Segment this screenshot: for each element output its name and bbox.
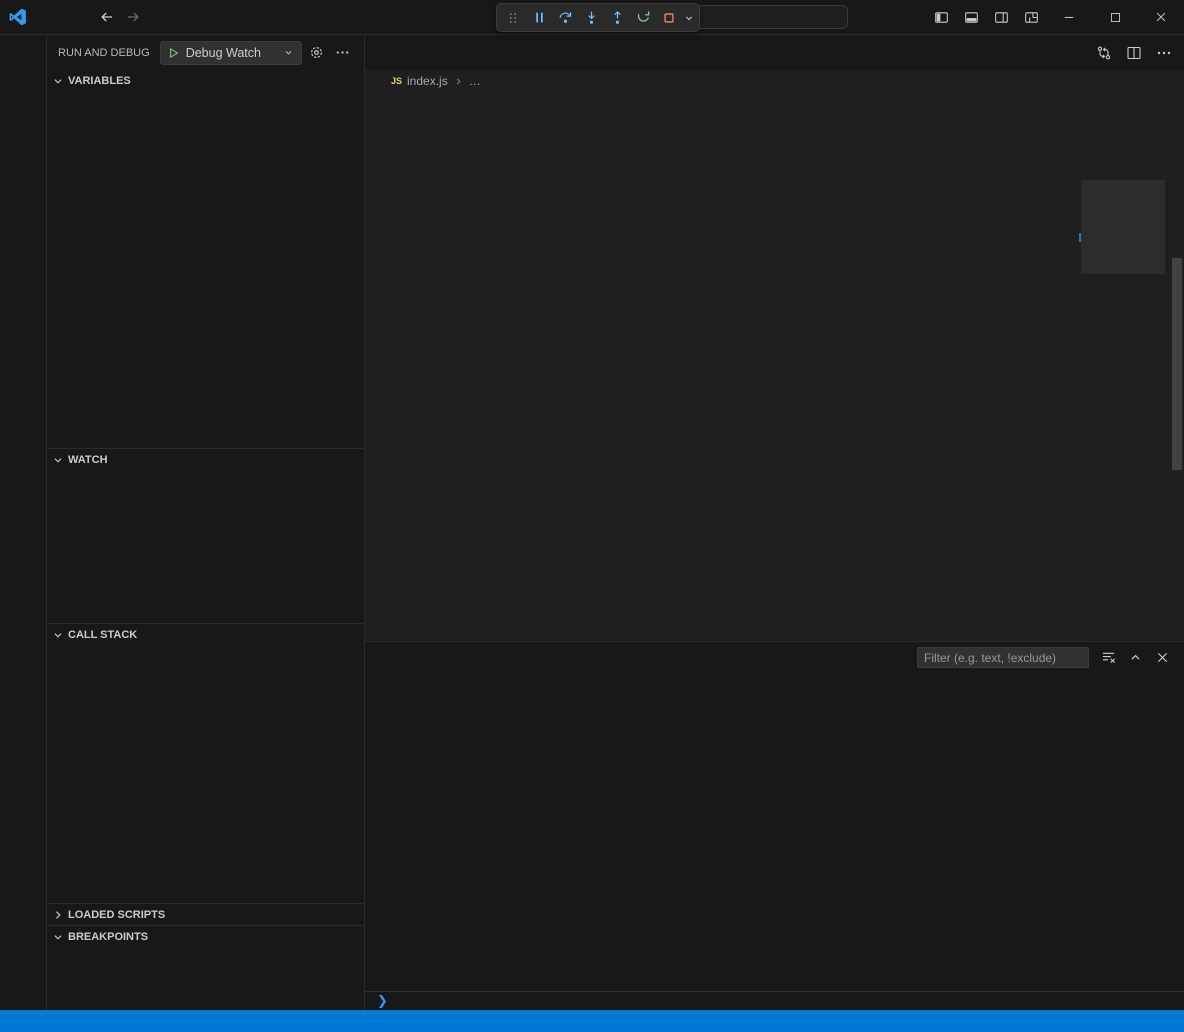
- toolbar-grip-icon[interactable]: [501, 6, 525, 30]
- section-variables-label: VARIABLES: [68, 75, 131, 87]
- console-filter-input[interactable]: [917, 647, 1089, 668]
- clear-console-icon[interactable]: [1101, 650, 1116, 665]
- section-call-stack-label: CALL STACK: [68, 629, 137, 641]
- close-panel-icon[interactable]: [1155, 650, 1170, 665]
- section-loaded-scripts[interactable]: LOADED SCRIPTS: [47, 903, 364, 925]
- watch-body: [47, 470, 364, 623]
- section-breakpoints-label: BREAKPOINTS: [68, 931, 148, 943]
- restart-icon[interactable]: [631, 6, 655, 30]
- toggle-panel-icon[interactable]: [956, 0, 986, 34]
- nav-forward-icon[interactable]: [125, 9, 141, 25]
- step-into-icon[interactable]: [579, 6, 603, 30]
- console-prompt: ❯: [377, 993, 388, 1009]
- maximize-panel-icon[interactable]: [1128, 650, 1143, 665]
- chevron-right-icon: [453, 76, 464, 87]
- debug-console-output[interactable]: [365, 673, 1184, 991]
- launch-config-dropdown[interactable]: Debug Watch: [160, 41, 302, 65]
- step-out-icon[interactable]: [605, 6, 629, 30]
- step-over-icon[interactable]: [553, 6, 577, 30]
- toggle-secondary-sidebar-icon[interactable]: [986, 0, 1016, 34]
- activity-bar: [0, 35, 47, 1010]
- pause-icon[interactable]: [527, 6, 551, 30]
- section-loaded-scripts-label: LOADED SCRIPTS: [68, 909, 165, 921]
- vscode-logo-icon: [9, 8, 27, 26]
- section-call-stack[interactable]: CALL STACK: [47, 623, 364, 645]
- toggle-sidebar-icon[interactable]: [926, 0, 956, 34]
- breadcrumb-file: index.js: [407, 74, 448, 88]
- start-debug-icon: [168, 47, 180, 59]
- section-watch[interactable]: WATCH: [47, 448, 364, 470]
- editor-scrollbar[interactable]: [1170, 92, 1184, 641]
- close-window-button[interactable]: [1138, 0, 1184, 34]
- minimap-slider[interactable]: [1081, 180, 1165, 274]
- call-stack-body: [47, 645, 364, 903]
- status-bar: [0, 1010, 1184, 1032]
- nav-back-icon[interactable]: [99, 9, 115, 25]
- editor-scrollbar-thumb[interactable]: [1172, 258, 1182, 470]
- debug-settings-gear-icon[interactable]: [306, 42, 328, 64]
- stop-icon[interactable]: [657, 6, 681, 30]
- debug-console-input[interactable]: ❯: [365, 991, 1184, 1010]
- debug-toolbar: [496, 3, 700, 32]
- section-breakpoints[interactable]: BREAKPOINTS: [47, 925, 364, 947]
- title-bar: ]: [0, 0, 1184, 35]
- launch-config-label: Debug Watch: [186, 46, 277, 60]
- section-watch-label: WATCH: [68, 454, 108, 466]
- js-file-icon: JS: [391, 76, 402, 86]
- editor-more-actions-icon[interactable]: [1156, 45, 1172, 61]
- breadcrumb-rest: …: [469, 74, 481, 88]
- bottom-panel: ❯: [365, 641, 1184, 1010]
- maximize-button[interactable]: [1092, 0, 1138, 34]
- open-changes-icon[interactable]: [1096, 45, 1112, 61]
- sidebar-title: RUN AND DEBUG: [58, 47, 150, 59]
- panel-tab-bar: [365, 642, 1184, 673]
- split-editor-icon[interactable]: [1126, 45, 1142, 61]
- code-editor[interactable]: [365, 92, 1184, 641]
- views-more-actions-icon[interactable]: [332, 42, 354, 64]
- run-and-debug-sidebar: RUN AND DEBUG Debug Watch VARIABLES WATC…: [47, 35, 365, 1010]
- variables-body: [47, 92, 364, 448]
- chevron-down-icon: [283, 47, 294, 58]
- stop-dropdown-chevron-icon[interactable]: [683, 12, 695, 24]
- section-variables[interactable]: VARIABLES: [47, 70, 364, 92]
- editor-tab-bar: [365, 35, 1184, 70]
- customize-layout-icon[interactable]: [1016, 0, 1046, 34]
- breadcrumb[interactable]: JS index.js …: [365, 70, 1184, 92]
- minimize-button[interactable]: [1046, 0, 1092, 34]
- minimap-modified-marker: [1079, 233, 1081, 242]
